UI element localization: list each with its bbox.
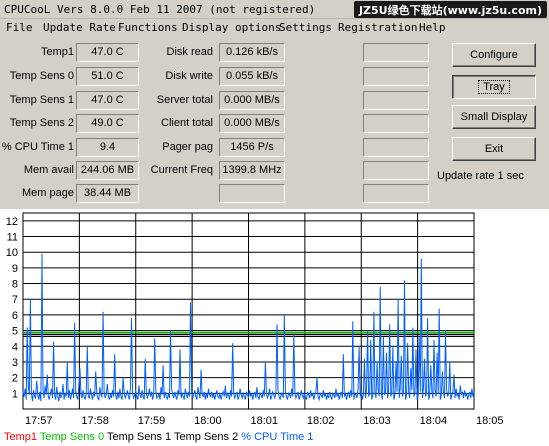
stat-label-temp-sens-0: Temp Sens 0 [9, 70, 74, 82]
y-tick-label: 4 [12, 341, 18, 353]
y-tick-label: 6 [12, 310, 18, 322]
stat-label-mem-page: Mem page [22, 187, 74, 199]
window-title: CPUCooL Vers 8.0.0 Feb 11 2007 (not regi… [4, 3, 316, 16]
exit-button[interactable]: Exit [452, 137, 536, 161]
menu-update-rate[interactable]: Update Rate [43, 21, 116, 34]
stat-value-disk-read: 0.126 kB/s [219, 43, 285, 62]
x-tick-label: 18:00 [194, 415, 222, 427]
small-display-button[interactable]: Small Display [452, 105, 536, 129]
stat-value-current-freq: 1399.8 MHz [219, 161, 285, 180]
stat-value-empty [219, 184, 285, 203]
stat-value-temp-sens-0: 51.0 C [76, 67, 139, 86]
stat-value-server-total: 0.000 MB/s [219, 91, 285, 110]
y-tick-label: 5 [12, 326, 18, 338]
cpu-chart-panel: 17:57 17:58 17:59 18:00 18:01 18:02 18:03 18:04… [0, 209, 549, 446]
stat-label-temp-sens-1: Temp Sens 1 [9, 94, 74, 106]
stat-value-pager-pag: 1456 P/s [219, 138, 285, 157]
stat-value-temp-sens-1: 47.0 C [76, 91, 139, 110]
y-tick-label: 8 [12, 279, 18, 291]
y-tick-label: 3 [12, 357, 18, 369]
stat-label-disk-write: Disk write [165, 70, 213, 82]
x-tick-label: 18:02 [307, 415, 335, 427]
menu-registration[interactable]: Registration [338, 21, 417, 34]
chart-legend: Temp1 Temp Sens 0 Temp Sens 1 Temp Sens … [4, 431, 313, 443]
stat-value-cpu-time: 9.4 [76, 138, 139, 157]
empty-box-4 [363, 114, 429, 133]
menu-bar: File Update Rate Functions Display optio… [0, 19, 549, 37]
x-tick-label: 18:05 [476, 415, 504, 427]
stat-value-mem-avail: 244.06 MB [76, 161, 139, 180]
y-tick-label: 2 [12, 373, 18, 385]
update-rate-label: Update rate 1 sec [437, 170, 524, 182]
y-tick-label: 12 [6, 216, 18, 228]
stat-label-client-total: Client total [161, 117, 213, 129]
menu-help[interactable]: Help [419, 21, 446, 34]
menu-file[interactable]: File [6, 21, 33, 34]
legend-cpu-time: % CPU Time 1 [241, 431, 314, 443]
x-tick-label: 17:57 [25, 415, 53, 427]
empty-box-1 [363, 43, 429, 62]
y-tick-label: 10 [6, 247, 18, 259]
empty-box-7 [363, 184, 429, 203]
x-tick-label: 18:03 [363, 415, 391, 427]
stat-label-temp-sens-2: Temp Sens 2 [9, 117, 74, 129]
configure-button-label: Configure [470, 49, 518, 61]
stat-value-client-total: 0.000 MB/s [219, 114, 285, 133]
y-tick-label: 9 [12, 263, 18, 275]
stat-label-server-total: Server total [156, 94, 213, 106]
tray-button[interactable]: Tray [452, 75, 536, 99]
legend-temp-sens-1: Temp Sens 1 [106, 431, 172, 443]
stat-label-temp1: Temp1 [40, 46, 74, 58]
menu-settings[interactable]: Settings [279, 21, 332, 34]
stat-label-mem-avail: Mem avail [23, 164, 74, 176]
stat-label-cpu-time: % CPU Time 1 [1, 141, 74, 153]
x-tick-label: 18:01 [251, 415, 279, 427]
exit-button-label: Exit [484, 143, 504, 155]
stat-label-disk-read: Disk read [166, 46, 213, 58]
empty-box-6 [363, 161, 429, 180]
x-tick-label: 17:58 [81, 415, 109, 427]
stat-value-disk-write: 0.055 kB/s [219, 67, 285, 86]
menu-display-options[interactable]: Display options [182, 21, 281, 34]
stat-value-temp-sens-2: 49.0 C [76, 114, 139, 133]
empty-box-5 [363, 138, 429, 157]
watermark-logo: JZ5U绿色下载站(www.jz5u.com) [353, 1, 547, 18]
legend-temp-sens-0: Temp Sens 0 [39, 431, 105, 443]
x-tick-label: 18:04 [420, 415, 448, 427]
configure-button[interactable]: Configure [452, 43, 536, 67]
x-tick-label: 17:59 [138, 415, 166, 427]
y-tick-label: 1 [12, 388, 18, 400]
empty-box-3 [363, 91, 429, 110]
small-display-button-label: Small Display [460, 111, 528, 123]
stat-value-mem-page: 38.44 MB [76, 184, 139, 203]
cpu-chart: 17:57 17:58 17:59 18:00 18:01 18:02 18:03 18:04… [6, 212, 504, 427]
legend-temp1: Temp1 [4, 431, 38, 443]
empty-box-2 [363, 67, 429, 86]
tray-button-label: Tray [478, 80, 510, 94]
y-tick-label: 11 [7, 232, 18, 244]
stat-label-current-freq: Current Freq [150, 164, 213, 176]
title-bar: CPUCooL Vers 8.0.0 Feb 11 2007 (not regi… [0, 0, 549, 19]
menu-functions[interactable]: Functions [118, 21, 178, 34]
stat-value-temp1: 47.0 C [76, 43, 139, 62]
stat-label-pager-pag: Pager pag [162, 141, 213, 153]
legend-temp-sens-2: Temp Sens 2 [174, 431, 239, 443]
y-tick-label: 7 [12, 294, 18, 306]
